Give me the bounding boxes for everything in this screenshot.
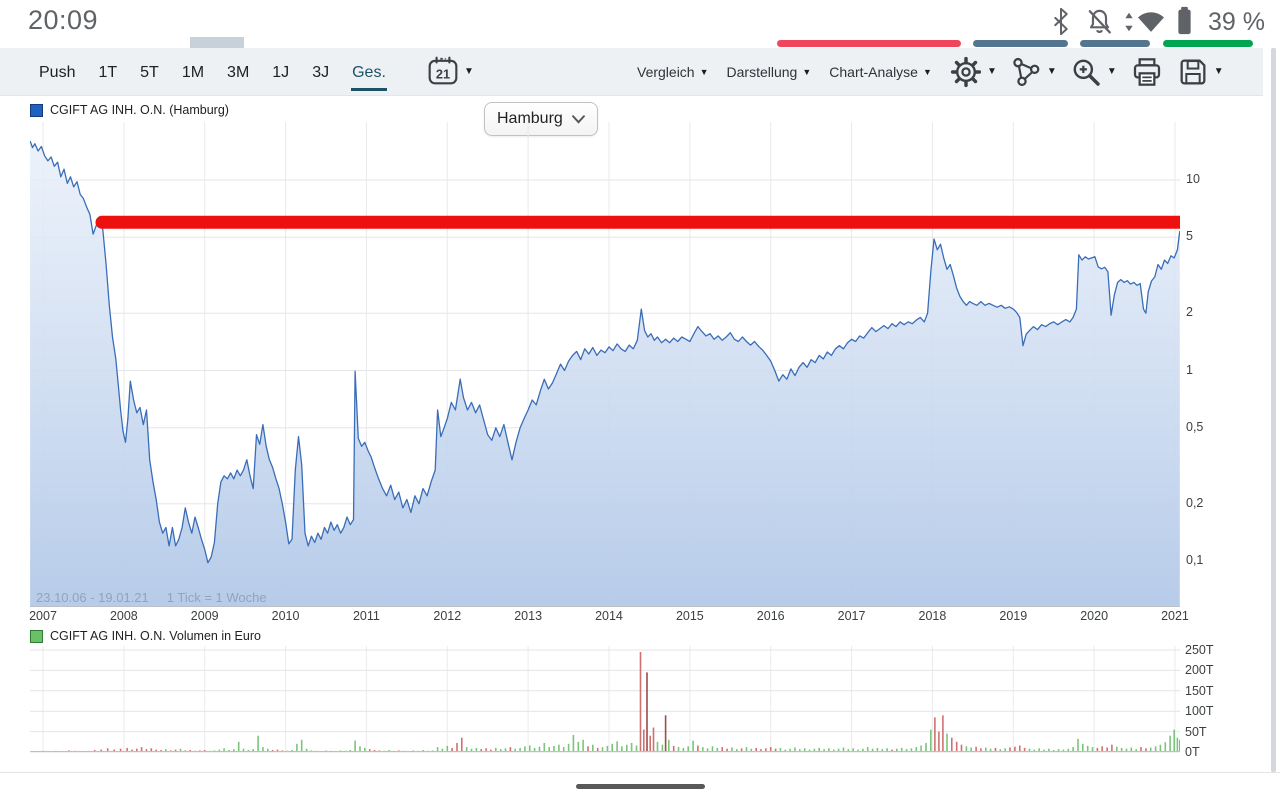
price-y-tick: 0,2 — [1186, 495, 1204, 510]
menu-label: Chart-Analyse — [829, 63, 918, 80]
x-axis-year-tick: 2018 — [918, 609, 947, 623]
battery-icon — [1178, 6, 1191, 35]
x-axis-year-tick: 2009 — [190, 609, 219, 623]
menu-vergleich[interactable]: Vergleich ▼ — [637, 64, 709, 80]
settings-button[interactable]: ▼ — [950, 56, 997, 88]
data-transfer-icon — [1125, 12, 1133, 32]
save-icon — [1180, 59, 1206, 84]
print-button[interactable] — [1130, 56, 1164, 88]
menu-label: Vergleich — [637, 63, 695, 80]
price-y-tick: 5 — [1186, 229, 1193, 244]
price-legend-label: CGIFT AG INH. O.N. (Hamburg) — [50, 103, 229, 117]
x-axis-year-tick: 2017 — [837, 609, 866, 623]
caret-down-icon: ▼ — [922, 66, 932, 77]
price-y-tick: 0,5 — [1186, 419, 1204, 434]
price-y-tick: 10 — [1186, 172, 1200, 186]
menu-chart-analyse[interactable]: Chart-Analyse ▼ — [829, 64, 932, 80]
price-legend: CGIFT AG INH. O.N. (Hamburg) — [30, 103, 229, 117]
pill-red — [777, 40, 961, 47]
x-axis-year-tick: 2014 — [595, 609, 623, 623]
toolbar-pull-tab[interactable] — [190, 37, 244, 48]
x-axis-year-tick: 2019 — [999, 609, 1028, 623]
gear-icon — [950, 56, 982, 87]
volume-legend-swatch — [30, 629, 43, 643]
scrollbar[interactable] — [1271, 48, 1276, 772]
volume-y-tick: 250T — [1185, 643, 1214, 657]
period-tab-1t[interactable]: 1T — [97, 52, 118, 91]
caret-down-icon: ▼ — [464, 65, 474, 77]
indicator-tools-button[interactable]: ▼ — [1010, 56, 1057, 88]
status-time: 20:09 — [28, 5, 99, 35]
date-range: 23.10.06 - 19.01.21 — [36, 590, 149, 605]
zoom-button[interactable]: ▼ — [1070, 56, 1117, 88]
volume-y-tick: 50T — [1185, 724, 1207, 739]
price-chart[interactable] — [30, 122, 1180, 607]
toolbar-menus: Vergleich ▼ Darstellung ▼ Chart-Analyse ▼ — [637, 48, 932, 95]
toolbar-icon-buttons: ▼ ▼ ▼ ▼ — [950, 48, 1224, 95]
x-axis-year-tick: 2021 — [1161, 609, 1189, 623]
price-y-tick: 0,1 — [1186, 553, 1204, 567]
period-tab-1j[interactable]: 1J — [271, 52, 290, 91]
pill-slate-2 — [1080, 40, 1150, 47]
caret-down-icon: ▼ — [802, 66, 812, 77]
caret-down-icon: ▼ — [987, 66, 997, 77]
x-axis-year-tick: 2020 — [1080, 609, 1109, 623]
home-indicator[interactable] — [576, 784, 705, 789]
notifications-off-icon — [1088, 9, 1111, 34]
period-tab-push[interactable]: Push — [38, 52, 76, 91]
volume-chart[interactable] — [30, 646, 1180, 753]
period-tab-3m[interactable]: 3M — [226, 52, 250, 91]
caret-down-icon: ▼ — [699, 66, 709, 77]
x-axis-year-tick: 2010 — [271, 609, 300, 623]
caret-down-icon: ▼ — [1046, 66, 1057, 77]
chart-range-note: 23.10.06 - 19.01.21 1 Tick = 1 Woche — [36, 590, 285, 605]
bottom-divider — [0, 772, 1280, 773]
period-tabs: Push 1T 5T 1M 3M 1J 3J Ges. — [38, 48, 387, 95]
app-screen: 20:09 39 % Push 1T 5T 1M 3M 1J 3J Ges. 21 — [0, 0, 1280, 800]
bluetooth-icon — [1054, 8, 1068, 35]
period-tab-5t[interactable]: 5T — [139, 52, 160, 91]
chart-toolbar: Push 1T 5T 1M 3M 1J 3J Ges. 21 ▼ Hamburg Vergle… — [0, 48, 1263, 136]
volume-y-tick: 0T — [1185, 745, 1200, 759]
caret-down-icon: ▼ — [1213, 66, 1224, 77]
menu-darstellung[interactable]: Darstellung ▼ — [727, 64, 812, 80]
save-button[interactable]: ▼ — [1177, 56, 1224, 88]
price-y-tick: 1 — [1186, 362, 1193, 377]
printer-icon — [1133, 57, 1160, 86]
battery-percent: 39 % — [1208, 8, 1265, 36]
x-axis-year-tick: 2007 — [29, 609, 57, 623]
period-tab-ges[interactable]: Ges. — [351, 52, 387, 91]
volume-y-tick: 150T — [1185, 683, 1214, 698]
period-tab-1m[interactable]: 1M — [181, 52, 205, 91]
pill-green — [1163, 40, 1253, 47]
calendar-icon: 21 — [428, 56, 458, 85]
calendar-button[interactable]: 21 ▼ — [427, 56, 474, 86]
price-legend-swatch — [30, 103, 43, 117]
x-axis-year-tick: 2013 — [514, 609, 543, 623]
volume-legend-label: CGIFT AG INH. O.N. Volumen in Euro — [50, 629, 261, 643]
tick-note: 1 Tick = 1 Woche — [166, 590, 267, 605]
x-axis-year-tick: 2015 — [675, 609, 704, 623]
x-axis-year-tick: 2012 — [433, 609, 462, 623]
x-axis-year-tick: 2016 — [756, 609, 785, 623]
wifi-icon — [1137, 12, 1165, 32]
caret-down-icon: ▼ — [1106, 66, 1117, 77]
x-axis-year-tick: 2008 — [109, 609, 138, 623]
period-tab-3j[interactable]: 3J — [311, 52, 330, 91]
volume-y-tick: 100T — [1185, 704, 1214, 719]
price-y-tick: 2 — [1186, 305, 1193, 320]
calendar-day: 21 — [436, 66, 450, 81]
volume-y-tick: 200T — [1185, 663, 1214, 678]
pill-slate-1 — [973, 40, 1068, 47]
zoom-in-icon — [1073, 59, 1100, 86]
x-axis-year-tick: 2011 — [352, 609, 380, 623]
volume-legend: CGIFT AG INH. O.N. Volumen in Euro — [30, 629, 261, 643]
menu-label: Darstellung — [726, 63, 798, 80]
indicator-tools-icon — [1013, 57, 1040, 86]
